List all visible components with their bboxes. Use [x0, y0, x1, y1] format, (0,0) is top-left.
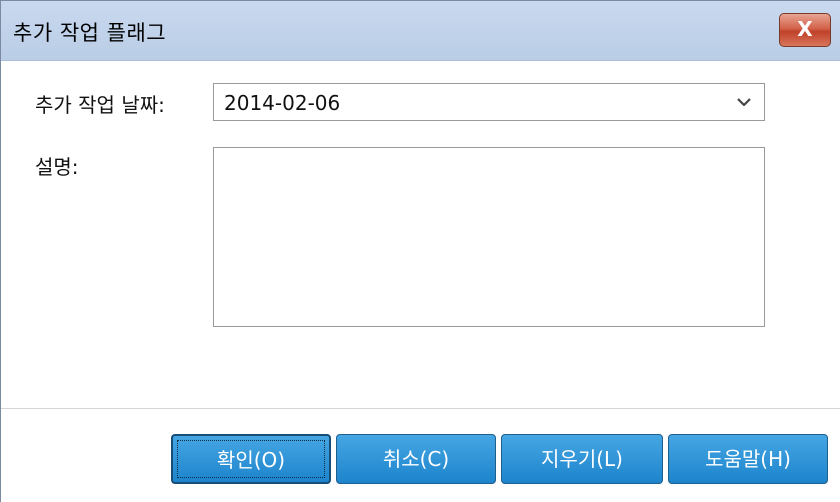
dialog-title: 추가 작업 플래그	[13, 21, 167, 45]
ok-button-label: 확인(O)	[216, 448, 286, 472]
title-bar[interactable]: 추가 작업 플래그 X	[1, 1, 840, 61]
date-picker[interactable]: 2014-02-06	[213, 83, 765, 121]
help-button-label: 도움말(H)	[705, 447, 791, 471]
cancel-button[interactable]: 취소(C)	[336, 434, 496, 484]
ok-button[interactable]: 확인(O)	[171, 434, 331, 484]
cancel-button-label: 취소(C)	[382, 447, 450, 471]
flag-dialog: 추가 작업 플래그 X 추가 작업 날짜: 2014-02-06 설명: 확인(…	[0, 0, 840, 502]
description-field[interactable]	[213, 147, 765, 327]
date-label: 추가 작업 날짜:	[35, 93, 165, 117]
chevron-down-icon[interactable]	[734, 92, 754, 112]
clear-button-label: 지우기(L)	[541, 447, 623, 471]
description-label: 설명:	[35, 155, 79, 179]
help-button[interactable]: 도움말(H)	[668, 434, 828, 484]
close-icon: X	[797, 17, 813, 41]
date-value: 2014-02-06	[224, 91, 341, 115]
clear-button[interactable]: 지우기(L)	[501, 434, 663, 484]
close-button[interactable]: X	[779, 13, 831, 47]
